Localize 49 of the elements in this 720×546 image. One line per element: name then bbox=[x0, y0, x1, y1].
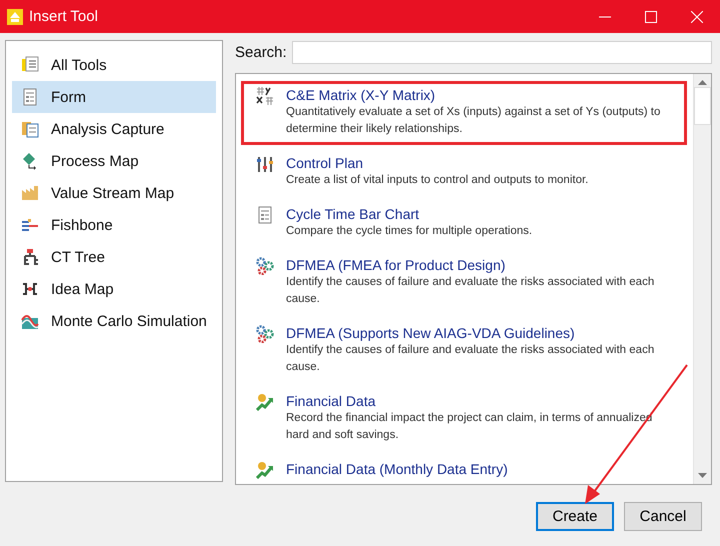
sidebar-item[interactable]: Value Stream Map bbox=[12, 177, 216, 209]
tool-description: Identify the causes of failure and evaluate the risks associated with each cause. bbox=[286, 343, 656, 375]
tool-title[interactable]: Financial Data (Monthly Data Entry) bbox=[286, 461, 676, 478]
sidebar-item[interactable]: All Tools bbox=[12, 49, 216, 81]
scroll-thumb[interactable] bbox=[694, 87, 711, 125]
tool-title[interactable]: Control Plan bbox=[286, 155, 676, 172]
sidebar-item[interactable]: Fishbone bbox=[12, 209, 216, 241]
sidebar-item[interactable]: Analysis Capture bbox=[12, 113, 216, 145]
sidebar-item[interactable]: Form bbox=[12, 81, 216, 113]
tool-title[interactable]: DFMEA (FMEA for Product Design) bbox=[286, 257, 676, 274]
search-field[interactable] bbox=[292, 41, 712, 64]
sidebar-item[interactable]: Idea Map bbox=[12, 273, 216, 305]
dialog-button[interactable]: Create bbox=[536, 502, 614, 531]
sidebar-item[interactable]: Monte Carlo Simulation bbox=[12, 305, 216, 337]
tool-description: Quantitatively evaluate a set of Xs (inputs) against a set of Ys (outputs) to determine their likely relationships. bbox=[286, 105, 662, 137]
tool-icon bbox=[256, 461, 274, 479]
maximize-icon bbox=[645, 10, 657, 22]
tool-title[interactable]: Cycle Time Bar Chart bbox=[286, 206, 676, 223]
tool-title[interactable]: DFMEA (Supports New AIAG-VDA Guidelines) bbox=[286, 325, 676, 342]
app-icon bbox=[7, 8, 23, 24]
tool-category-icon bbox=[21, 88, 39, 106]
tool-icon bbox=[256, 325, 274, 343]
window-title: Insert Tool bbox=[29, 8, 99, 25]
scrollbar[interactable] bbox=[693, 74, 711, 484]
sidebar-item[interactable]: Process Map bbox=[12, 145, 216, 177]
tool-category-icon bbox=[21, 280, 39, 298]
tool-icon bbox=[256, 257, 274, 275]
tool-title[interactable]: C&E Matrix (X-Y Matrix) bbox=[286, 87, 676, 104]
scroll-up-icon[interactable] bbox=[698, 80, 707, 85]
tool-icon bbox=[256, 87, 274, 105]
close-icon bbox=[691, 10, 703, 22]
tool-category-icon bbox=[21, 56, 39, 74]
dialog-button[interactable]: Cancel bbox=[624, 502, 702, 531]
tool-title[interactable]: Financial Data bbox=[286, 393, 676, 410]
sidebar-item[interactable]: CT Tree bbox=[12, 241, 216, 273]
tool-category-icon bbox=[21, 248, 39, 266]
tool-category-icon bbox=[21, 120, 39, 138]
search-label: Search: bbox=[235, 44, 287, 61]
tool-icon bbox=[256, 206, 274, 224]
tool-category-icon bbox=[21, 152, 39, 170]
tool-category-icon bbox=[21, 184, 39, 202]
tool-icon bbox=[256, 393, 274, 411]
tool-description: Compare the cycle times for multiple operations. bbox=[286, 224, 534, 239]
tool-description: Identify the causes of failure and evaluate the risks associated with each cause. bbox=[286, 275, 656, 307]
tool-description: Create a list of vital inputs to control and outputs to monitor. bbox=[286, 173, 590, 188]
scroll-down-icon[interactable] bbox=[698, 473, 707, 478]
tool-category-icon bbox=[21, 216, 39, 234]
tool-icon bbox=[256, 155, 274, 173]
tool-category-icon bbox=[21, 312, 39, 330]
